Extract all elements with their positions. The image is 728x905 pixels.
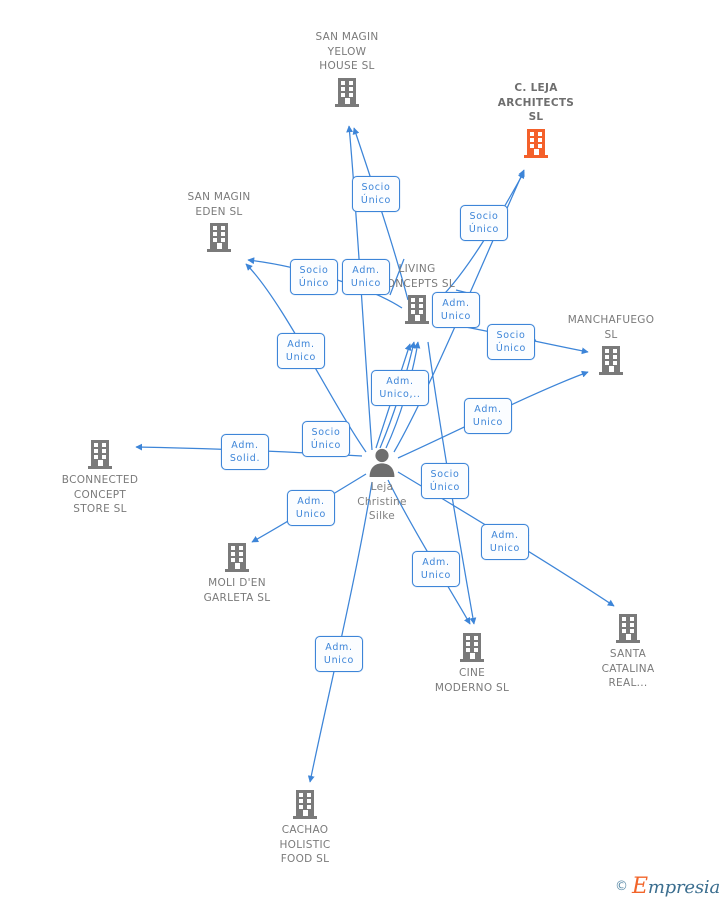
company-building-icon	[159, 221, 279, 253]
node-label: C. LEJA ARCHITECTS SL	[497, 82, 575, 123]
node-label: MOLI D'EN GARLETA SL	[203, 577, 271, 604]
node-c-leja-architects[interactable]: C. LEJA ARCHITECTS SL	[476, 81, 596, 159]
copyright-symbol: ©	[614, 879, 628, 894]
edge-label-adm-unico[interactable]: Adm. Unico	[481, 524, 529, 560]
node-label: SAN MAGIN YELOW HOUSE SL	[315, 31, 379, 72]
node-cine-moderno[interactable]: CINE MODERNO SL	[412, 631, 532, 695]
company-building-icon	[177, 541, 297, 573]
edge-label-adm-unico[interactable]: Adm. Unico	[315, 636, 363, 672]
company-building-icon	[40, 438, 160, 470]
node-san-magin-eden[interactable]: SAN MAGIN EDEN SL	[159, 190, 279, 253]
edge-label-socio-unico[interactable]: Socio Único	[302, 421, 350, 457]
edge-label-socio-unico[interactable]: Socio Único	[487, 324, 535, 360]
edge-label-adm-unico[interactable]: Adm. Unico	[464, 398, 512, 434]
company-building-icon	[551, 344, 671, 376]
company-building-icon	[245, 788, 365, 820]
edge-label-socio-unico[interactable]: Socio Único	[290, 259, 338, 295]
brand-rest: mpresia	[647, 877, 720, 898]
edge-label-adm-unico[interactable]: Adm. Unico	[287, 490, 335, 526]
node-san-magin-yelow-house[interactable]: SAN MAGIN YELOW HOUSE SL	[287, 30, 407, 108]
edge-label-adm-unico-truncated[interactable]: Adm. Unico,..	[371, 370, 429, 406]
edge-label-socio-unico[interactable]: Socio Único	[421, 463, 469, 499]
node-santa-catalina-real[interactable]: SANTA CATALINA REAL...	[568, 612, 688, 691]
node-label: SANTA CATALINA REAL...	[601, 648, 655, 689]
company-building-icon-highlighted	[476, 127, 596, 159]
node-label: MANCHAFUEGO SL	[567, 314, 655, 341]
edge-label-adm-unico[interactable]: Adm. Unico	[277, 333, 325, 369]
edge-label-adm-unico[interactable]: Adm. Unico	[342, 259, 390, 295]
edge-leja-to-cachao-holistic-food	[307, 481, 373, 783]
edge-label-adm-unico[interactable]: Adm. Unico	[412, 551, 460, 587]
node-label: CINE MODERNO SL	[434, 667, 510, 694]
node-label: SAN MAGIN EDEN SL	[187, 191, 251, 218]
company-building-icon	[287, 76, 407, 108]
node-manchafuego[interactable]: MANCHAFUEGO SL	[551, 313, 671, 376]
edge-label-adm-unico[interactable]: Adm. Unico	[432, 292, 480, 328]
empresia-watermark: © Empresia	[615, 874, 720, 899]
company-building-icon	[412, 631, 532, 663]
edge-label-socio-unico[interactable]: Socio Único	[352, 176, 400, 212]
node-bconnected-concept-store[interactable]: BCONNECTED CONCEPT STORE SL	[40, 438, 160, 517]
relationship-graph-canvas[interactable]: SAN MAGIN YELOW HOUSE SL C. LEJA ARCHITE…	[0, 0, 728, 905]
brand-initial: E	[631, 874, 648, 899]
company-building-icon	[568, 612, 688, 644]
edge-label-adm-solid[interactable]: Adm. Solid.	[221, 434, 269, 470]
node-label: CACHAO HOLISTIC FOOD SL	[279, 824, 331, 865]
node-moli-den-garleta[interactable]: MOLI D'EN GARLETA SL	[177, 541, 297, 605]
edge-label-socio-unico[interactable]: Socio Único	[460, 205, 508, 241]
brand-wordmark: Empresia	[632, 874, 720, 899]
node-label: BCONNECTED CONCEPT STORE SL	[61, 474, 139, 515]
node-cachao-holistic-food[interactable]: CACHAO HOLISTIC FOOD SL	[245, 788, 365, 867]
